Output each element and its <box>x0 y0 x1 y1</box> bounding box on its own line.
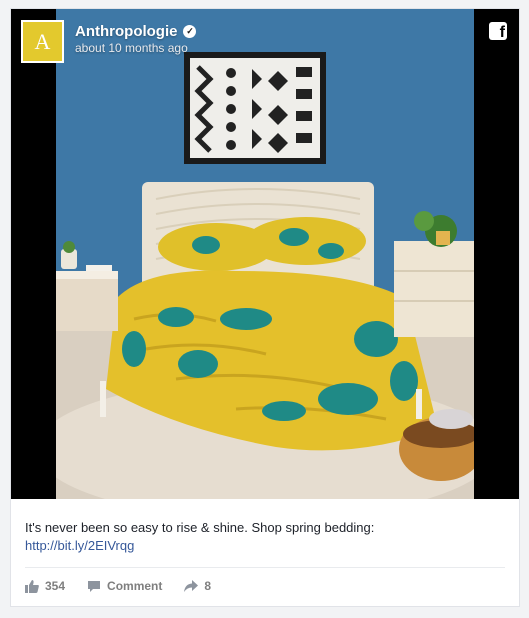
share-count: 8 <box>204 579 212 593</box>
bedroom-photo <box>56 9 474 499</box>
thumbs-up-icon <box>25 579 39 593</box>
post-caption: It's never been so easy to rise & shine.… <box>25 519 505 555</box>
comment-label: Comment <box>107 579 163 593</box>
facebook-logo-icon[interactable]: f <box>489 22 507 41</box>
like-count: 354 <box>45 579 66 593</box>
action-bar: 354 Comment 8 <box>25 579 233 593</box>
divider <box>25 567 505 568</box>
avatar-letter: A <box>34 28 51 54</box>
post-media[interactable]: A Anthropologie ✓ about 10 months ago f <box>11 9 519 499</box>
caption-text: It's never been so easy to rise & shine.… <box>25 520 375 535</box>
speech-bubble-icon <box>88 580 101 592</box>
post-timestamp[interactable]: about 10 months ago <box>75 41 188 55</box>
page-name[interactable]: Anthropologie <box>75 23 177 40</box>
verified-badge-icon: ✓ <box>183 25 197 38</box>
page-avatar[interactable]: A <box>21 20 64 63</box>
comment-button[interactable]: Comment <box>87 579 162 593</box>
share-button[interactable]: 8 <box>184 579 211 593</box>
social-post-card: A Anthropologie ✓ about 10 months ago f … <box>10 8 520 607</box>
caption-link[interactable]: http://bit.ly/2EIVrqg <box>25 537 505 555</box>
share-arrow-icon <box>184 580 199 592</box>
like-button[interactable]: 354 <box>25 579 65 593</box>
page-name-row: Anthropologie ✓ <box>75 23 197 40</box>
